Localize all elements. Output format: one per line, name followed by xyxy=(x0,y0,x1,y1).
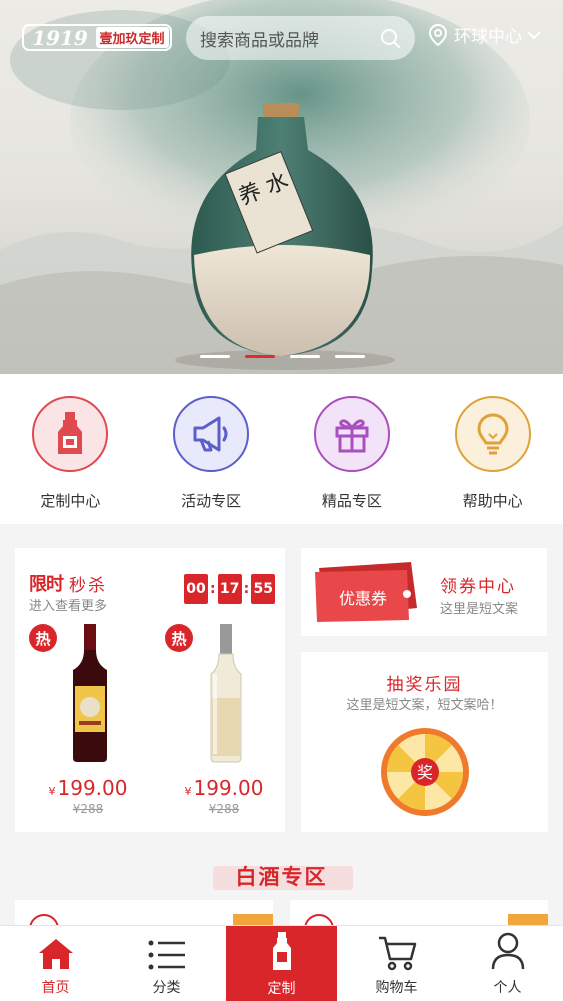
flash-sale-product[interactable]: 热 ¥199.00 ¥288 xyxy=(29,624,147,824)
red-wine-bottle-image xyxy=(73,624,107,762)
home-icon xyxy=(38,939,73,969)
lottery-card[interactable]: 抽奖乐园 这里是短文案，短文案哈！ 奖 xyxy=(301,652,548,832)
search-bar[interactable]: 搜索商品或品牌 xyxy=(186,16,415,60)
menu-label: 精品专区 xyxy=(321,492,382,510)
lottery-title: 抽奖乐园 xyxy=(386,675,463,695)
tab-label: 个人 xyxy=(493,980,522,996)
banner-carousel[interactable]: 养 水 1919 壹加玖定制 搜索商品或品牌 环球中心 xyxy=(0,0,563,374)
tab-profile[interactable]: 个人 xyxy=(452,926,563,1001)
product-price: ¥199.00 xyxy=(29,776,147,800)
tab-label: 首页 xyxy=(41,980,70,996)
carousel-dot[interactable] xyxy=(335,355,365,358)
menu-item-help-center[interactable]: 帮助中心 xyxy=(422,374,563,524)
timer-hours: 00 xyxy=(184,574,208,604)
original-price: ¥288 xyxy=(208,802,240,816)
flash-sale-subtitle[interactable]: 进入查看更多 xyxy=(29,595,107,614)
section-title: 白酒专区 xyxy=(235,865,328,889)
chevron-down-icon xyxy=(527,30,541,39)
location-selector[interactable]: 环球中心 xyxy=(428,22,548,47)
svg-text:1919: 1919 xyxy=(32,26,88,50)
section-header-baijiu: 白酒专区 xyxy=(0,856,563,896)
location-pin-icon xyxy=(428,23,448,46)
hot-badge: 热 xyxy=(165,624,193,652)
menu-icon-wrap xyxy=(313,396,390,472)
carousel-dot-active[interactable] xyxy=(245,355,275,358)
megaphone-icon xyxy=(193,416,228,452)
tab-home[interactable]: 首页 xyxy=(0,926,111,1001)
location-label: 环球中心 xyxy=(454,27,522,47)
carousel-dot[interactable] xyxy=(290,355,320,358)
tab-label: 分类 xyxy=(152,980,181,996)
countdown-timer: 00 : 17 : 55 xyxy=(184,574,276,604)
timer-seconds: 55 xyxy=(251,574,276,604)
coupon-ticket-label: 优惠券 xyxy=(339,589,387,608)
user-icon xyxy=(491,932,524,970)
lightbulb-icon xyxy=(477,413,509,455)
coupon-subtitle: 这里是短文案 xyxy=(440,602,519,617)
menu-icon-wrap xyxy=(454,396,531,472)
cart-icon xyxy=(378,936,416,971)
svg-text:壹加玖定制: 壹加玖定制 xyxy=(99,31,164,47)
flash-sale-card[interactable]: 限时 秒杀 进入查看更多 00 : 17 : 55 热 ¥199.00 ¥288… xyxy=(15,548,285,832)
coupon-title: 领券中心 xyxy=(440,577,516,597)
tab-label: 购物车 xyxy=(375,980,418,996)
search-icon[interactable] xyxy=(379,27,401,49)
flash-sale-title: 秒杀 xyxy=(69,575,107,596)
lottery-subtitle: 这里是短文案，短文案哈！ xyxy=(346,698,503,713)
carousel-dot[interactable] xyxy=(200,355,230,358)
menu-icon-wrap xyxy=(173,396,250,472)
currency-symbol: ¥ xyxy=(48,785,56,798)
tab-cart[interactable]: 购物车 xyxy=(341,926,452,1001)
list-icon xyxy=(148,940,185,970)
bottle-icon xyxy=(58,412,83,454)
white-wine-bottle-image xyxy=(210,624,242,763)
tab-label: 定制 xyxy=(267,981,296,997)
quick-menu: 定制中心 活动专区 精品专区 帮助中心 xyxy=(0,374,563,524)
flash-sale-logo: 限时 xyxy=(29,574,64,595)
bottle-icon xyxy=(272,932,291,970)
price-value: 199.00 xyxy=(57,776,128,800)
menu-icon-wrap xyxy=(32,396,109,472)
tab-customize[interactable]: 定制 xyxy=(226,926,337,1001)
original-price: ¥288 xyxy=(72,802,104,816)
product-price: ¥199.00 xyxy=(165,776,283,800)
menu-label: 帮助中心 xyxy=(462,492,523,510)
menu-item-custom-center[interactable]: 定制中心 xyxy=(0,374,141,524)
menu-item-premium-zone[interactable]: 精品专区 xyxy=(282,374,423,524)
hot-badge: 热 xyxy=(29,624,57,652)
timer-minutes: 17 xyxy=(217,574,242,604)
flash-sale-product[interactable]: 热 ¥199.00 ¥288 xyxy=(165,624,283,824)
tab-category[interactable]: 分类 xyxy=(111,926,222,1001)
wheel-label: 奖 xyxy=(417,763,433,782)
gift-icon xyxy=(335,419,369,453)
currency-symbol: ¥ xyxy=(184,785,192,798)
flash-sale-header: 限时 秒杀 xyxy=(29,570,107,596)
search-placeholder: 搜索商品或品牌 xyxy=(200,30,319,51)
menu-item-activity-zone[interactable]: 活动专区 xyxy=(141,374,282,524)
coupon-center-card[interactable]: 优惠券 领券中心 这里是短文案 xyxy=(301,548,547,636)
prize-wheel-icon[interactable]: 奖 xyxy=(379,726,471,818)
price-value: 199.00 xyxy=(193,776,264,800)
coupon-ticket-icon: 优惠券 xyxy=(315,562,417,622)
menu-label: 活动专区 xyxy=(181,492,242,510)
brand-logo: 1919 壹加玖定制 xyxy=(22,24,172,51)
bottom-tab-bar: 首页 分类 定制 购物车 个人 xyxy=(0,925,563,1001)
menu-label: 定制中心 xyxy=(40,492,101,510)
carousel-indicators xyxy=(200,355,365,358)
